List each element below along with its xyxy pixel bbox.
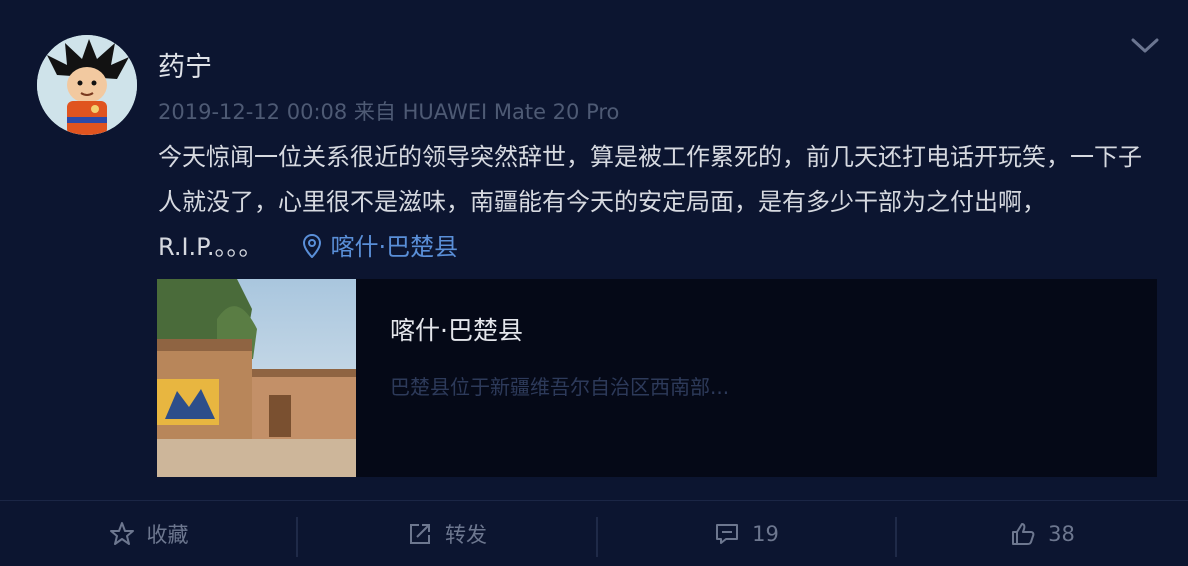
location-card-title: 喀什·巴楚县 xyxy=(390,316,523,345)
more-options-chevron-icon[interactable] xyxy=(1130,34,1160,56)
comment-icon xyxy=(716,523,739,544)
like-count: 38 xyxy=(1048,521,1075,546)
repost-icon xyxy=(410,523,430,544)
location-card[interactable]: 喀什·巴楚县 巴楚县位于新疆维吾尔自治区西南部... xyxy=(157,279,1157,477)
thumbs-up-icon xyxy=(1012,522,1035,545)
location-card-body: 喀什·巴楚县 巴楚县位于新疆维吾尔自治区西南部... xyxy=(356,279,729,477)
repost-label: 转发 xyxy=(445,522,487,547)
location-link-label: 喀什·巴楚县 xyxy=(330,233,459,261)
favorite-button[interactable]: 收藏 xyxy=(0,501,297,566)
comment-count: 19 xyxy=(752,521,779,546)
post-text: 今天惊闻一位关系很近的领导突然辞世，算是被工作累死的，前几天还打电话开玩笑，一下… xyxy=(158,135,1148,270)
location-pin-icon xyxy=(302,233,321,259)
repost-button[interactable]: 转发 xyxy=(298,501,596,566)
location-link[interactable]: 喀什·巴楚县 xyxy=(302,233,459,261)
favorite-label: 收藏 xyxy=(146,522,189,547)
avatar[interactable] xyxy=(37,35,137,135)
action-bar: 收藏 转发 19 38 xyxy=(0,501,1188,566)
post-meta: 2019-12-12 00:08 来自 HUAWEI Mate 20 Pro xyxy=(158,100,620,124)
location-card-image xyxy=(157,279,356,477)
like-button[interactable]: 38 xyxy=(897,501,1188,566)
location-card-description: 巴楚县位于新疆维吾尔自治区西南部... xyxy=(390,375,730,399)
star-icon xyxy=(109,521,134,545)
comment-button[interactable]: 19 xyxy=(598,501,895,566)
username[interactable]: 药宁 xyxy=(158,45,212,84)
